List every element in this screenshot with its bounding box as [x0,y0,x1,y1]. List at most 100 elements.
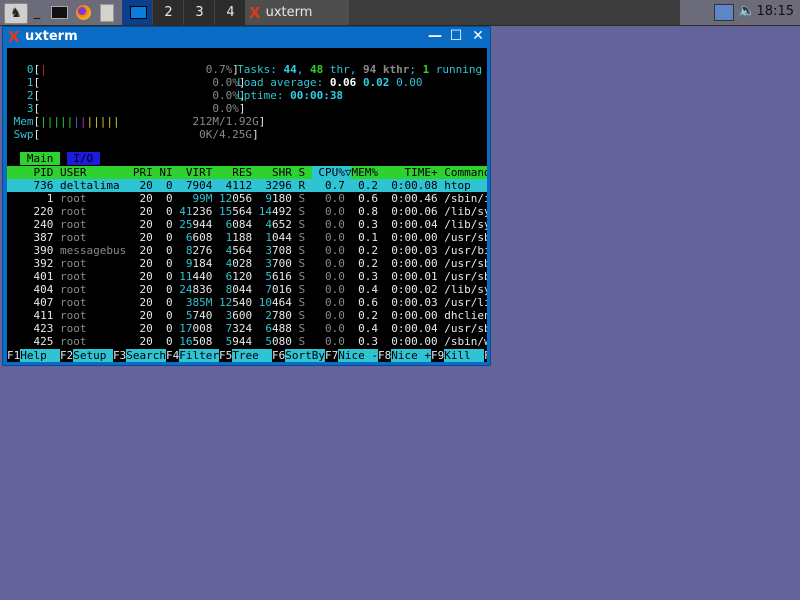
load-1: 0.06 [329,76,357,89]
command: /usr/libexec/ [444,296,487,309]
process-row[interactable]: 736 deltalima 20 0 7904 4112 3296 R 0.7 … [7,179,487,192]
pid: 392 [7,257,60,270]
fkey-key: F10 [484,349,487,362]
col-s[interactable]: S [298,166,311,179]
nice: 0 [159,192,180,205]
workspace-3[interactable]: 3 [183,0,215,25]
mem-percent: 0.2 [351,244,385,257]
workspace-1[interactable] [122,0,154,25]
fkey-label: Nice + [391,349,431,362]
load-5: 0.02 [362,76,390,89]
uxterm-window: X uxterm — ☐ ✕ 0[| 0.7%] 1[ 0.0%] 2[ 0.0… [2,26,491,366]
terminal-launcher[interactable] [48,0,70,25]
col-pri[interactable]: PRI [126,166,159,179]
mem-percent: 0.6 [351,192,385,205]
fkey-f7[interactable]: F7Nice - [325,349,378,362]
process-row[interactable]: 423 root 20 0 17008 7324 6488 S 0.0 0.4 … [7,322,487,335]
cpu-percent: 0.0 [311,309,352,322]
col-res[interactable]: RES [219,166,259,179]
nice: 0 [159,270,180,283]
fkey-f10[interactable]: F10Quit [484,349,487,362]
terminal[interactable]: 0[| 0.7%] 1[ 0.0%] 2[ 0.0%] 3[ 0.0%] Mem… [7,48,487,362]
virt: 16 [179,335,193,348]
col-shr[interactable]: SHR [259,166,299,179]
col-user[interactable]: USER [60,166,126,179]
res-low: 564 [232,205,259,218]
workspace-2[interactable]: 2 [152,0,184,25]
user: root [59,231,127,244]
close-button[interactable]: ✕ [470,28,486,44]
col-cpu[interactable]: CPU%▽ [311,166,352,179]
desktop-icon [129,6,147,19]
file-manager-launcher[interactable] [96,0,118,25]
task-label: uxterm [265,5,313,20]
process-row[interactable]: 407 root 20 0 385M 12540 10464 S 0.0 0.6… [7,296,487,309]
clock[interactable]: 18:15 [757,4,794,19]
meter-bracket: ] [258,115,266,128]
shr: 10 [258,296,272,309]
process-row[interactable]: 411 root 20 0 5740 3600 2780 S 0.0 0.2 0… [7,309,487,322]
cpu-value: 0.0% [192,89,239,102]
task-uxterm[interactable]: X uxterm [245,0,349,25]
fkey-f6[interactable]: F6SortBy [272,349,325,362]
sep: ; [409,63,423,76]
maximize-button[interactable]: ☐ [448,28,464,44]
tab-main[interactable]: Main [20,152,60,165]
mem-percent: 0.3 [351,335,385,348]
col-virt[interactable]: VIRT [179,166,219,179]
show-desktop-button[interactable]: _ [28,0,46,25]
fkey-f2[interactable]: F2Setup [60,349,113,362]
nice: 0 [159,231,180,244]
mem-percent: 0.4 [351,283,385,296]
col-mem[interactable]: MEM% [351,166,384,179]
minimize-button[interactable]: — [427,28,443,44]
shr-low: 180 [271,192,299,205]
swp-value: 0K/4.25G [185,128,253,141]
time: 0:00.03 [384,296,445,309]
col-time[interactable]: TIME+ [385,166,445,179]
virt: 6 [179,231,193,244]
col-ni[interactable]: NI [159,166,179,179]
fkey-f3[interactable]: F3Search [113,349,166,362]
volume-icon[interactable]: 🔈 [738,3,755,19]
mem-bar-cache: ||||| [86,115,120,128]
tab-io[interactable]: I/O [66,152,100,165]
shr: 9 [258,192,272,205]
fkey-f5[interactable]: F5Tree [219,349,272,362]
cpu-meter-2: 2[ 0.0%] [7,89,246,102]
fkey-f9[interactable]: F9Kill [431,349,484,362]
process-row[interactable]: 392 root 20 0 9184 4028 3700 S 0.0 0.2 0… [7,257,487,270]
shr: 3 [258,244,272,257]
fkey-f8[interactable]: F8Nice + [378,349,431,362]
process-row[interactable]: 404 root 20 0 24836 8044 7016 S 0.0 0.4 … [7,283,487,296]
col-pid[interactable]: PID [7,166,60,179]
firefox-launcher[interactable] [72,0,94,25]
time: 0:00.06 [384,205,445,218]
app-menu-button[interactable]: ♞ [4,3,28,24]
cpu-meter-3: 3[ 0.0%] [7,102,246,115]
fkey-key: F1 [7,349,21,362]
process-row[interactable]: 401 root 20 0 11440 6120 5616 S 0.0 0.3 … [7,270,487,283]
virt: 17 [179,322,193,335]
shr-low: 044 [271,231,299,244]
workspace-4[interactable]: 4 [214,0,246,25]
process-row[interactable]: 1 root 20 0 99M 12056 9180 S 0.0 0.6 0:0… [7,192,487,205]
cpu-percent: 0.7 [311,179,352,192]
pid: 401 [7,270,60,283]
pid: 387 [7,231,60,244]
network-icon[interactable] [714,4,734,21]
fkey-f4[interactable]: F4Filter [166,349,219,362]
state: S [298,231,312,244]
process-row[interactable]: 240 root 20 0 25944 6084 4652 S 0.0 0.3 … [7,218,487,231]
fkey-f1[interactable]: F1Help [7,349,60,362]
process-row[interactable]: 390 messagebus 20 0 8276 4564 3708 S 0.0… [7,244,487,257]
mem-percent: 0.2 [351,179,385,192]
process-row[interactable]: 387 root 20 0 6608 1188 1044 S 0.0 0.1 0… [7,231,487,244]
col-command[interactable]: Command [444,166,487,179]
process-row[interactable]: 425 root 20 0 16508 5944 5080 S 0.0 0.3 … [7,335,487,348]
process-row[interactable]: 220 root 20 0 41236 15564 14492 S 0.0 0.… [7,205,487,218]
virt-low: 440 [192,270,219,283]
title-bar[interactable]: X uxterm — ☐ ✕ [3,27,490,47]
priority: 20 [126,205,160,218]
shr: 1 [258,231,272,244]
